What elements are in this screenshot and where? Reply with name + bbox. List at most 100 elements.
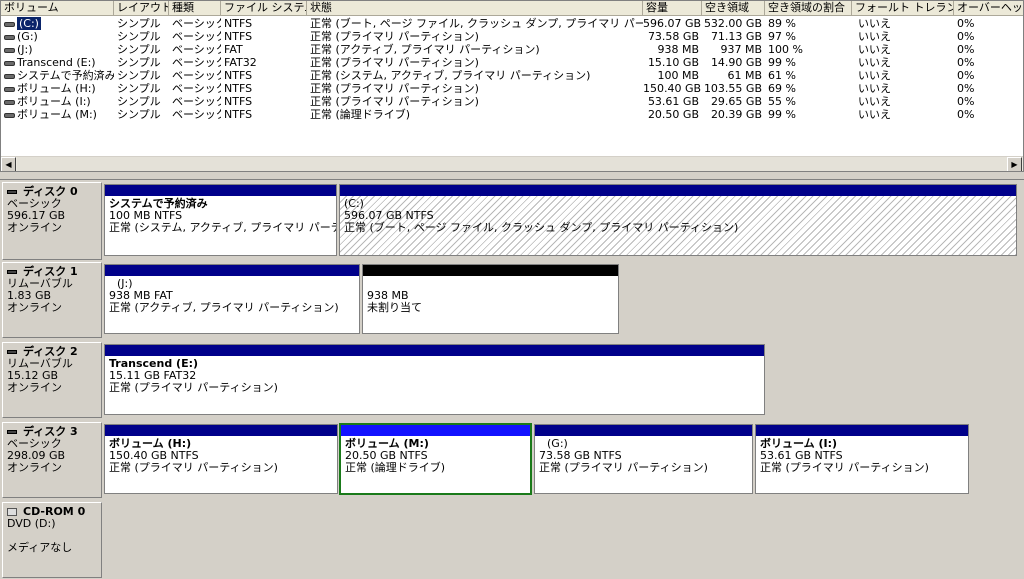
volume-cell-fs: NTFS [224,17,253,30]
volume-cell-ft: いいえ [858,82,891,95]
volume-list-header: ボリューム レイアウト 種類 ファイル システム 状態 容量 空き領域 空き領域… [1,1,1023,16]
drive-icon [4,21,15,27]
column-header-layout[interactable]: レイアウト [114,1,169,16]
volume-row[interactable]: (J:) シンプルベーシックFAT 正常 (アクティブ, プライマリ パーティション… [1,43,1023,56]
volume-cell-fs: NTFS [224,30,253,43]
volume-row[interactable]: ボリューム (H:) シンプルベーシックNTFS 正常 (プライマリ パーティション… [1,82,1023,95]
volume-cell-ft: いいえ [858,108,891,121]
volume-name: (G:) [17,30,38,43]
scroll-left-button[interactable]: ◀ [1,157,16,171]
volume-cell-status: 正常 (プライマリ パーティション) [310,56,479,69]
partition-e[interactable]: Transcend (E:) 15.11 GB FAT32 正常 (プライマリ … [104,344,765,415]
disk-map: ディスク 0 ベーシック 596.17 GB オンライン システムで予約済み 1… [0,180,1024,579]
volume-cell-name: Transcend (E:) [1,56,114,69]
partition-system-reserved[interactable]: システムで予約済み 100 MB NTFS 正常 (システム, アクティブ, プ… [104,184,337,256]
volume-cell-type: ベーシック [172,43,221,56]
pane-splitter[interactable] [0,172,1024,180]
volume-cell-status: 正常 (プライマリ パーティション) [310,95,479,108]
volume-cell-free: 103.55 GB [703,82,762,95]
disk-icon [7,190,17,194]
scrollbar-thumb[interactable] [17,157,1007,171]
volume-cell-type: ベーシック [172,82,221,95]
disk-icon [7,270,17,274]
partition-unallocated[interactable]: 938 MB 未割り当て [362,264,619,334]
volume-cell-name: (C:) [1,17,114,30]
column-header-filesystem[interactable]: ファイル システム [221,1,307,16]
volume-name: (J:) [17,43,33,56]
volume-cell-overhead: 0% [957,108,975,121]
partition-status: 正常 (ブート, ページ ファイル, クラッシュ ダンプ, プライマリ パーティ… [344,221,739,234]
scroll-right-button[interactable]: ▶ [1007,157,1022,171]
column-header-status[interactable]: 状態 [307,1,643,16]
volume-cell-overhead: 0% [957,43,975,56]
volume-cell-capacity: 53.61 GB [647,95,699,108]
volume-cell-pct: 99 % [768,56,796,69]
partition-status: 未割り当て [367,301,422,314]
volume-cell-name: (G:) [1,30,114,43]
volume-cell-free: 937 MB [720,43,762,56]
partition-status: 正常 (プライマリ パーティション) [109,461,278,474]
column-header-type[interactable]: 種類 [169,1,221,16]
column-header-capacity[interactable]: 容量 [643,1,702,16]
column-header-free-percent[interactable]: 空き領域の割合 [765,1,852,16]
volume-cell-fs: NTFS [224,95,253,108]
disk-state: オンライン [7,221,62,234]
partition-j[interactable]: (J:) 938 MB FAT 正常 (アクティブ, プライマリ パーティション… [104,264,360,334]
volume-cell-layout: シンプル [117,43,161,56]
volume-row[interactable]: (C:) シンプルベーシックNTFS 正常 (ブート, ページ ファイル, クラッシ… [1,17,1023,30]
horizontal-scrollbar[interactable]: ◀ ▶ [1,156,1023,171]
partition-bar [105,185,336,196]
disk-media: メディアなし [7,541,73,554]
partition-status: 正常 (プライマリ パーティション) [109,381,278,394]
volume-cell-ft: いいえ [858,43,891,56]
volume-cell-layout: シンプル [117,69,161,82]
partition-bar [105,345,764,356]
partition-i[interactable]: ボリューム (I:) 53.61 GB NTFS 正常 (プライマリ パーティシ… [755,424,969,494]
drive-icon [4,73,15,79]
column-header-volume[interactable]: ボリューム [1,1,114,16]
volume-row[interactable]: ボリューム (M:) シンプルベーシックNTFS 正常 (論理ドライブ) 20.50 … [1,108,1023,121]
volume-cell-free: 532.00 GB [703,17,762,30]
cdrom-0-label[interactable]: CD-ROM 0 DVD (D:) メディアなし [2,502,102,578]
volume-row[interactable]: ボリューム (I:) シンプルベーシックNTFS 正常 (プライマリ パーティション… [1,95,1023,108]
volume-cell-type: ベーシック [172,69,221,82]
volume-name: (C:) [17,17,41,30]
partition-m[interactable]: ボリューム (M:) 20.50 GB NTFS 正常 (論理ドライブ) [339,423,532,495]
volume-cell-overhead: 0% [957,69,975,82]
column-header-free-space[interactable]: 空き領域 [702,1,765,16]
volume-cell-pct: 89 % [768,17,796,30]
volume-cell-type: ベーシック [172,30,221,43]
disk-icon [7,430,17,434]
volume-cell-ft: いいえ [858,30,891,43]
partition-title: (C:) [344,197,364,210]
disk-1-label[interactable]: ディスク 1 リムーバブル 1.83 GB オンライン [2,262,102,338]
disk-2-label[interactable]: ディスク 2 リムーバブル 15.12 GB オンライン [2,342,102,418]
volume-cell-overhead: 0% [957,17,975,30]
volume-row[interactable]: Transcend (E:) シンプルベーシックFAT32 正常 (プライマリ パー… [1,56,1023,69]
volume-cell-overhead: 0% [957,30,975,43]
volume-cell-pct: 99 % [768,108,796,121]
volume-cell-name: ボリューム (I:) [1,95,114,108]
partition-g[interactable]: (G:) 73.58 GB NTFS 正常 (プライマリ パーティション) [534,424,753,494]
column-header-fault-tolerance[interactable]: フォールト トレランス [852,1,954,16]
partition-bar [756,425,968,436]
partition-bar [105,265,359,276]
volume-cell-ft: いいえ [858,69,891,82]
volume-cell-status: 正常 (プライマリ パーティション) [310,30,479,43]
drive-icon [4,60,15,66]
volume-cell-status: 正常 (アクティブ, プライマリ パーティション) [310,43,540,56]
drive-icon [4,34,15,40]
volume-cell-capacity: 150.40 GB [643,82,702,95]
disk-0-label[interactable]: ディスク 0 ベーシック 596.17 GB オンライン [2,182,102,260]
volume-name: ボリューム (H:) [17,82,96,95]
drive-icon [4,99,15,105]
volume-row[interactable]: システムで予約済みシンプルベーシックNTFS 正常 (システム, アクティブ, プ… [1,69,1023,82]
partition-h[interactable]: ボリューム (H:) 150.40 GB NTFS 正常 (プライマリ パーティ… [104,424,338,494]
disk-3-label[interactable]: ディスク 3 ベーシック 298.09 GB オンライン [2,422,102,498]
disk-icon [7,350,17,354]
column-header-overhead[interactable]: オーバーヘッド [954,1,1023,16]
volume-row[interactable]: (G:) シンプルベーシックNTFS 正常 (プライマリ パーティション) 73.58… [1,30,1023,43]
volume-list[interactable]: ボリューム レイアウト 種類 ファイル システム 状態 容量 空き領域 空き領域… [0,0,1024,172]
volume-cell-free: 20.39 GB [710,108,762,121]
partition-c[interactable]: (C:) 596.07 GB NTFS 正常 (ブート, ページ ファイル, ク… [339,184,1017,256]
